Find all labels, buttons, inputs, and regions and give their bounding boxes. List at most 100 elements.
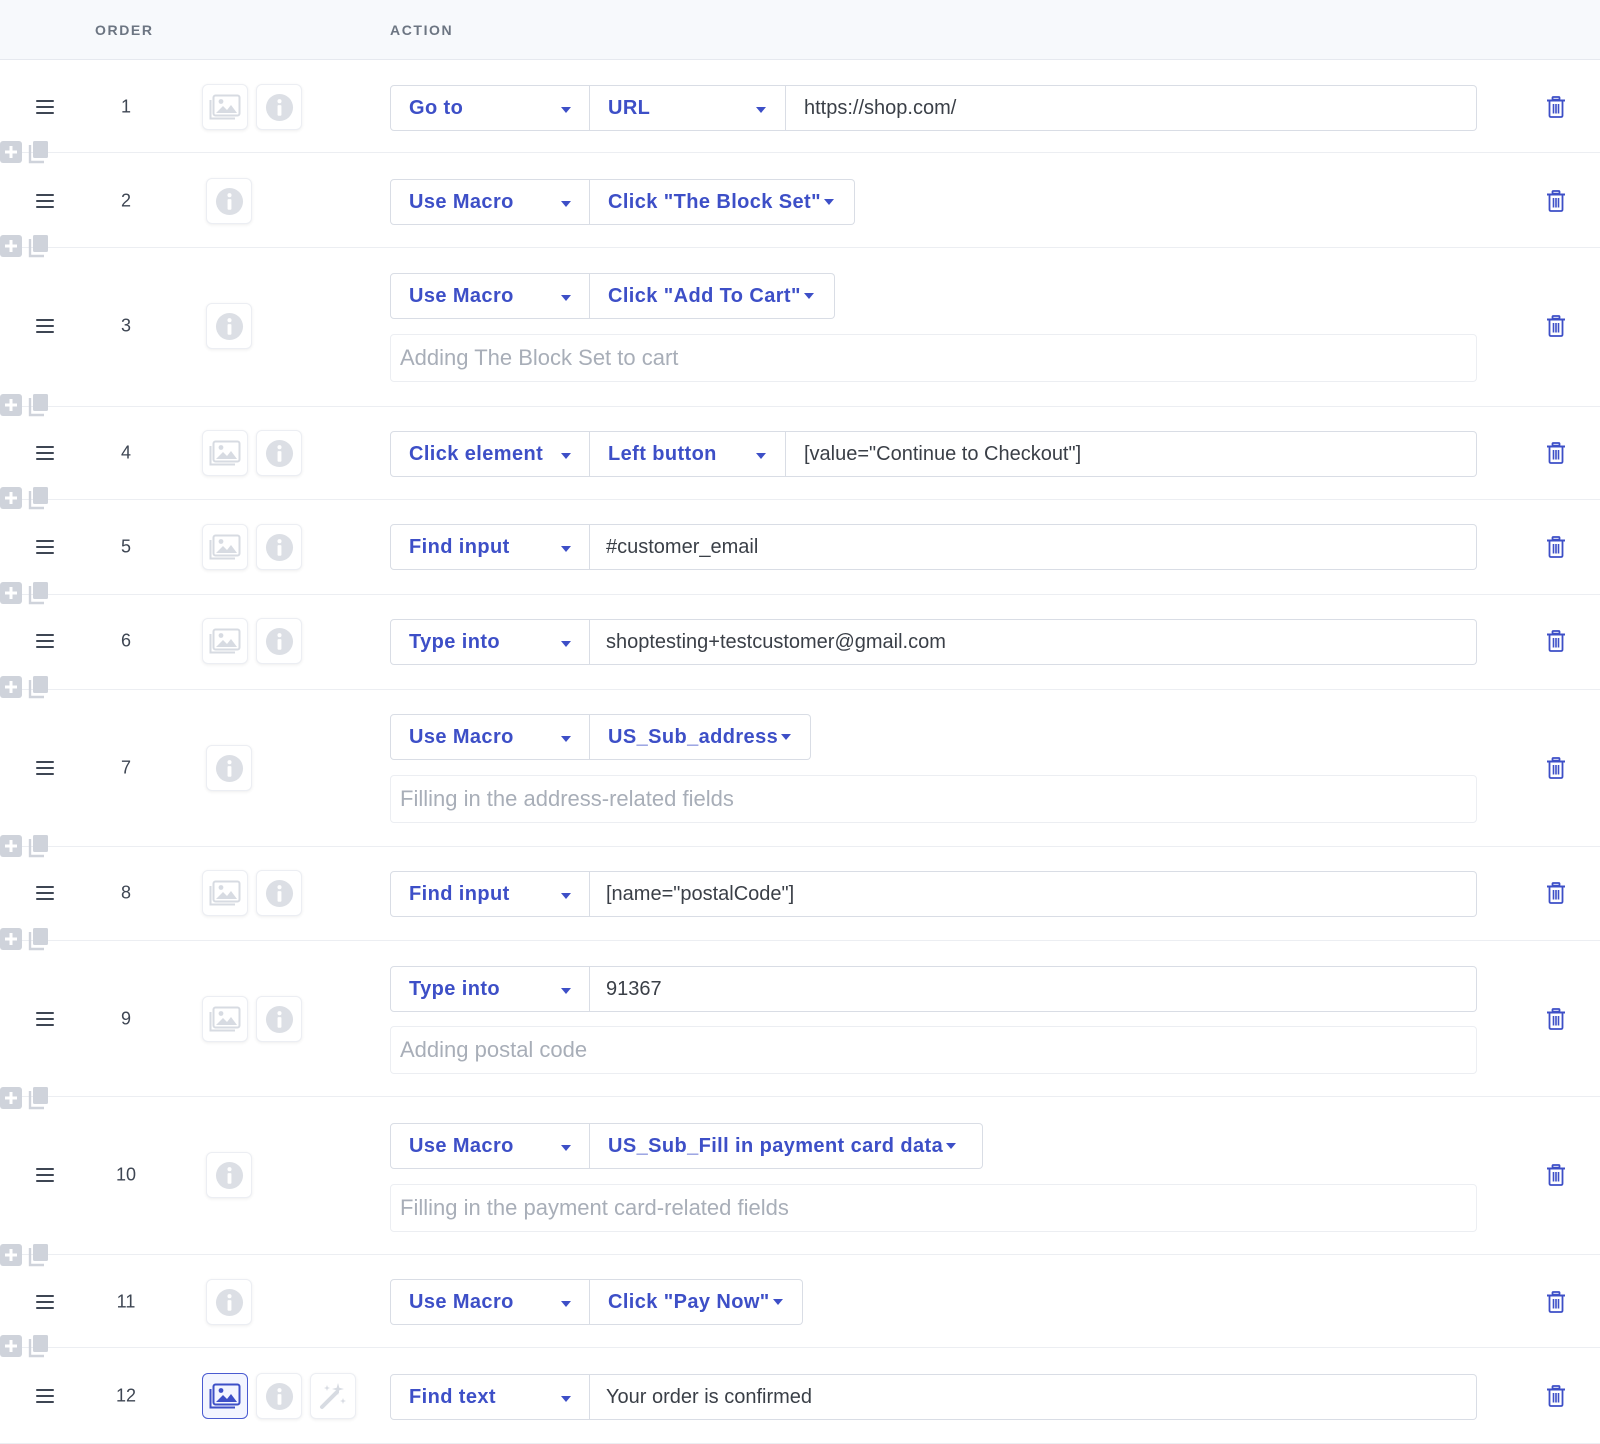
- option-select[interactable]: US_Sub_address: [590, 714, 811, 760]
- insert-step-button[interactable]: [0, 141, 22, 168]
- step-comment-input[interactable]: Filling in the payment card-related fiel…: [390, 1184, 1477, 1232]
- step-value-input[interactable]: [name="postalCode"]: [590, 871, 1477, 917]
- drag-handle-icon[interactable]: [36, 1389, 54, 1403]
- info-button[interactable]: [256, 524, 302, 570]
- duplicate-step-button[interactable]: [27, 486, 49, 515]
- drag-handle-icon[interactable]: [36, 1012, 54, 1026]
- action-select[interactable]: Use Macro: [390, 714, 590, 760]
- plus-square-icon: [0, 1087, 22, 1109]
- step-comment-input[interactable]: Adding The Block Set to cart: [390, 334, 1477, 382]
- insert-step-button[interactable]: [0, 487, 22, 514]
- delete-step-button[interactable]: [1546, 536, 1566, 558]
- duplicate-step-button[interactable]: [27, 1086, 49, 1115]
- duplicate-step-button[interactable]: [27, 581, 49, 610]
- insert-step-button[interactable]: [0, 1244, 22, 1271]
- drag-handle-icon[interactable]: [36, 319, 54, 333]
- action-select[interactable]: Use Macro: [390, 1123, 590, 1169]
- info-button[interactable]: [206, 1152, 252, 1198]
- option-select[interactable]: Click "The Block Set": [590, 179, 855, 225]
- drag-handle-icon[interactable]: [36, 194, 54, 208]
- screenshot-button[interactable]: [202, 618, 248, 664]
- delete-step-button[interactable]: [1546, 1164, 1566, 1186]
- drag-handle-icon[interactable]: [36, 761, 54, 775]
- drag-handle-icon[interactable]: [36, 1168, 54, 1182]
- info-icon: [215, 754, 244, 783]
- action-select[interactable]: Use Macro: [390, 179, 590, 225]
- screenshot-button[interactable]: [202, 524, 248, 570]
- info-button[interactable]: [206, 303, 252, 349]
- delete-step-button[interactable]: [1546, 1291, 1566, 1313]
- drag-handle-icon[interactable]: [36, 446, 54, 460]
- option-select[interactable]: Left button: [590, 431, 786, 477]
- info-button[interactable]: [206, 1279, 252, 1325]
- info-button[interactable]: [256, 84, 302, 130]
- option-select[interactable]: Click "Pay Now": [590, 1279, 803, 1325]
- delete-step-button[interactable]: [1546, 442, 1566, 464]
- info-button[interactable]: [256, 870, 302, 916]
- action-select[interactable]: Use Macro: [390, 273, 590, 319]
- action-select[interactable]: Click element: [390, 431, 590, 477]
- delete-step-button[interactable]: [1546, 757, 1566, 779]
- option-select[interactable]: US_Sub_Fill in payment card data: [590, 1123, 983, 1169]
- screenshot-button[interactable]: [202, 1373, 248, 1419]
- delete-step-button[interactable]: [1546, 630, 1566, 652]
- duplicate-step-button[interactable]: [27, 1243, 49, 1272]
- delete-step-button[interactable]: [1546, 96, 1566, 118]
- step-comment-input[interactable]: Adding postal code: [390, 1026, 1477, 1074]
- insert-step-button[interactable]: [0, 582, 22, 609]
- action-select[interactable]: Use Macro: [390, 1279, 590, 1325]
- duplicate-step-button[interactable]: [27, 140, 49, 169]
- duplicate-step-button[interactable]: [27, 234, 49, 263]
- action-select[interactable]: Find input: [390, 524, 590, 570]
- duplicate-step-button[interactable]: [27, 393, 49, 422]
- duplicate-step-button[interactable]: [27, 834, 49, 863]
- screenshot-button[interactable]: [202, 870, 248, 916]
- action-select[interactable]: Type into: [390, 619, 590, 665]
- insert-step-button[interactable]: [0, 835, 22, 862]
- drag-handle-icon[interactable]: [36, 886, 54, 900]
- delete-step-button[interactable]: [1546, 1385, 1566, 1407]
- action-select[interactable]: Find input: [390, 871, 590, 917]
- magic-wand-button[interactable]: [310, 1373, 356, 1419]
- screenshot-button[interactable]: [202, 84, 248, 130]
- drag-handle-icon[interactable]: [36, 540, 54, 554]
- delete-step-button[interactable]: [1546, 190, 1566, 212]
- info-button[interactable]: [256, 1373, 302, 1419]
- info-button[interactable]: [256, 618, 302, 664]
- insert-step-button[interactable]: [0, 1335, 22, 1362]
- action-select[interactable]: Type into: [390, 966, 590, 1012]
- step-value-input[interactable]: Your order is confirmed: [590, 1374, 1477, 1420]
- insert-step-button[interactable]: [0, 394, 22, 421]
- step-value-input[interactable]: 91367: [590, 966, 1477, 1012]
- duplicate-step-button[interactable]: [27, 1334, 49, 1363]
- insert-step-button[interactable]: [0, 235, 22, 262]
- drag-handle-icon[interactable]: [36, 1295, 54, 1309]
- info-button[interactable]: [206, 745, 252, 791]
- delete-step-button[interactable]: [1546, 315, 1566, 337]
- delete-step-button[interactable]: [1546, 1008, 1566, 1030]
- step-value-input[interactable]: [value="Continue to Checkout"]: [786, 431, 1477, 477]
- info-button[interactable]: [256, 430, 302, 476]
- option-select[interactable]: URL: [590, 85, 786, 131]
- info-button[interactable]: [256, 996, 302, 1042]
- action-select[interactable]: Find text: [390, 1374, 590, 1420]
- step-value-input[interactable]: #customer_email: [590, 524, 1477, 570]
- delete-step-button[interactable]: [1546, 882, 1566, 904]
- insert-step-button[interactable]: [0, 1087, 22, 1114]
- screenshot-button[interactable]: [202, 430, 248, 476]
- option-select[interactable]: Click "Add To Cart": [590, 273, 835, 319]
- action-select[interactable]: Go to: [390, 85, 590, 131]
- drag-handle-icon[interactable]: [36, 634, 54, 648]
- option-select-value: Left button: [608, 442, 717, 465]
- duplicate-step-button[interactable]: [27, 675, 49, 704]
- insert-step-button[interactable]: [0, 928, 22, 955]
- duplicate-step-button[interactable]: [27, 927, 49, 956]
- step-comment-input[interactable]: Filling in the address-related fields: [390, 775, 1477, 823]
- screenshot-button[interactable]: [202, 996, 248, 1042]
- step-value-input[interactable]: shoptesting+testcustomer@gmail.com: [590, 619, 1477, 665]
- trash-icon: [1546, 442, 1566, 464]
- info-button[interactable]: [206, 178, 252, 224]
- insert-step-button[interactable]: [0, 676, 22, 703]
- drag-handle-icon[interactable]: [36, 100, 54, 114]
- step-value-input[interactable]: https://shop.com/: [786, 85, 1477, 131]
